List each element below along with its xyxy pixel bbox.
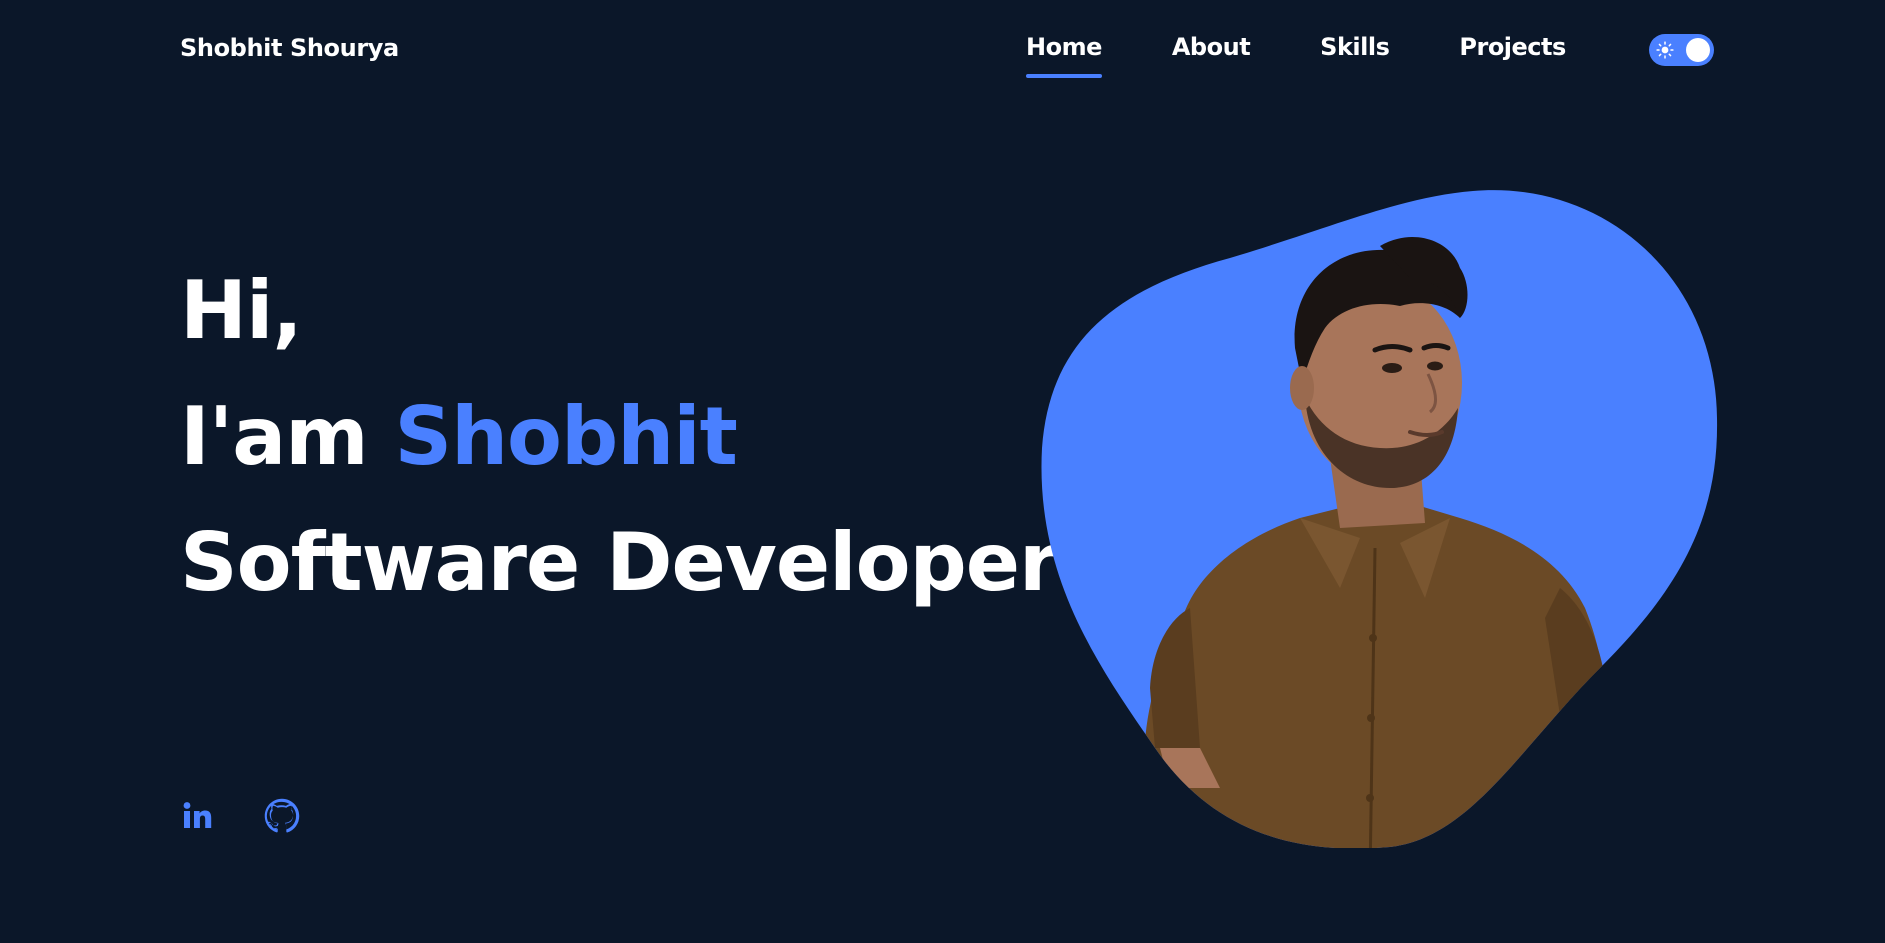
profile-photo [1040, 188, 1720, 848]
page: Shobhit Shourya Home About Skills Projec… [0, 0, 1885, 943]
brand-name[interactable]: Shobhit Shourya [180, 34, 399, 62]
social-links [180, 798, 348, 834]
linkedin-icon [183, 802, 212, 828]
main-nav: Home About Skills Projects [1026, 33, 1566, 78]
github-icon [264, 798, 300, 833]
hero-name: Shobhit [394, 390, 737, 483]
nav-item-home[interactable]: Home [1026, 33, 1102, 78]
nav-item-about[interactable]: About [1172, 33, 1251, 61]
hero-greeting: Hi, [180, 264, 303, 357]
toggle-knob [1686, 38, 1710, 62]
linkedin-link[interactable] [180, 798, 216, 834]
nav-item-skills[interactable]: Skills [1320, 33, 1390, 61]
theme-toggle[interactable] [1649, 34, 1714, 66]
hero-intro: I'am Shobhit [180, 374, 1058, 500]
hero-role: Software Developer [180, 516, 1059, 609]
portrait-illustration [1041, 190, 1718, 848]
hero-intro-prefix: I'am [180, 390, 369, 483]
nav-item-projects[interactable]: Projects [1459, 33, 1566, 61]
sun-icon [1656, 41, 1674, 59]
hero-heading: Hi, I'am Shobhit Software Developer [180, 248, 1059, 626]
github-link[interactable] [264, 798, 300, 834]
